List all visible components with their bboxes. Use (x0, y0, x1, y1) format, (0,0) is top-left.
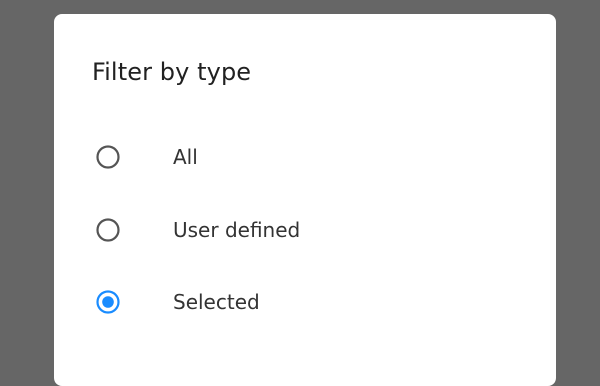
radio-checked-icon[interactable] (96, 290, 120, 314)
radio-option-user-defined[interactable]: User defined (96, 206, 536, 254)
radio-option-selected[interactable]: Selected (96, 278, 536, 326)
radio-option-all[interactable]: All (96, 133, 536, 181)
dialog-title: Filter by type (92, 58, 252, 86)
radio-label-selected: Selected (173, 290, 260, 314)
radio-label-user-defined: User defined (173, 218, 301, 242)
radio-label-all: All (173, 145, 198, 169)
radio-unchecked-icon[interactable] (96, 145, 120, 169)
filter-dialog: Filter by type All User defined Selected (54, 14, 556, 386)
radio-unchecked-icon[interactable] (96, 218, 120, 242)
